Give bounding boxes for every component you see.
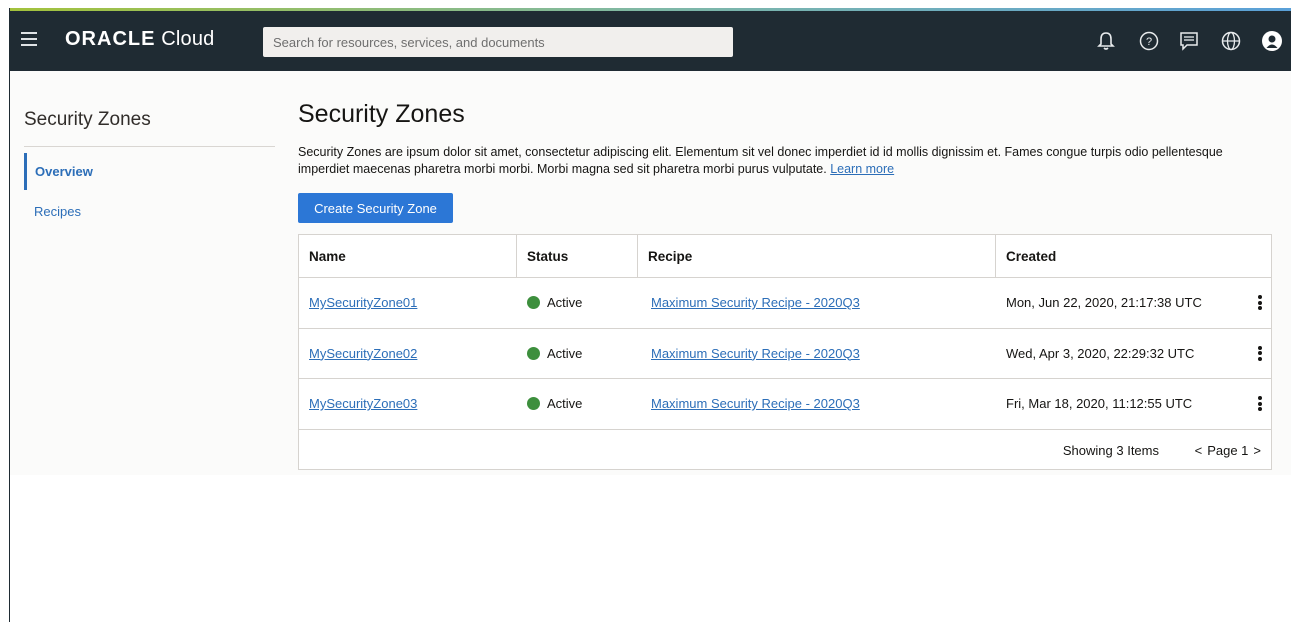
items-count: Showing 3 Items	[1062, 443, 1159, 458]
recipe-link[interactable]: Maximum Security Recipe - 2020Q3	[651, 396, 860, 411]
search-input[interactable]	[263, 27, 733, 57]
table-row: MySecurityZone03 Active Maximum Security…	[299, 378, 1271, 430]
learn-more-link[interactable]: Learn more	[830, 162, 894, 176]
zone-name-link[interactable]: MySecurityZone03	[309, 396, 417, 411]
status-active-icon	[527, 296, 540, 309]
row-actions-kebab-icon[interactable]	[1249, 277, 1271, 328]
zone-name-link[interactable]: MySecurityZone02	[309, 346, 417, 361]
column-header-status[interactable]: Status	[517, 235, 638, 277]
security-zones-table: Name Status Recipe Created MySecurityZon…	[298, 234, 1272, 470]
status-text: Active	[547, 345, 583, 361]
app-window: ORACLE Cloud ? Sec	[9, 8, 1291, 622]
created-date: Mon, Jun 22, 2020, 21:17:38 UTC	[1006, 295, 1202, 310]
zone-name-link[interactable]: MySecurityZone01	[309, 295, 417, 310]
user-icon[interactable]	[1261, 30, 1283, 52]
row-actions-kebab-icon[interactable]	[1249, 328, 1271, 378]
recipe-link[interactable]: Maximum Security Recipe - 2020Q3	[651, 295, 860, 310]
next-page-button[interactable]: >	[1253, 443, 1261, 458]
top-header: ORACLE Cloud ?	[10, 11, 1291, 71]
status-text: Active	[547, 396, 583, 411]
pagination: < Page 1 >	[1195, 443, 1261, 458]
sidebar-divider	[24, 146, 276, 147]
column-header-name[interactable]: Name	[299, 235, 517, 277]
page-description: Security Zones are ipsum dolor sit amet,…	[298, 144, 1258, 178]
column-header-recipe[interactable]: Recipe	[638, 235, 996, 277]
status-text: Active	[547, 295, 583, 310]
recipe-link[interactable]: Maximum Security Recipe - 2020Q3	[651, 346, 860, 361]
row-actions-kebab-icon[interactable]	[1249, 378, 1271, 429]
chat-icon[interactable]	[1178, 30, 1200, 52]
sidebar-title: Security Zones	[24, 109, 151, 130]
oracle-cloud-logo[interactable]: ORACLE Cloud	[65, 28, 214, 51]
status-active-icon	[527, 397, 540, 410]
help-icon[interactable]: ?	[1138, 30, 1160, 52]
column-header-created[interactable]: Created	[996, 235, 1271, 277]
page-title: Security Zones	[298, 100, 465, 128]
sidebar-item-recipes[interactable]: Recipes	[24, 204, 81, 219]
menu-icon[interactable]	[21, 32, 37, 48]
sidebar: Security Zones Overview Recipes	[10, 71, 276, 475]
created-date: Fri, Mar 18, 2020, 11:12:55 UTC	[1006, 396, 1193, 411]
table-row: MySecurityZone02 Active Maximum Security…	[299, 328, 1271, 379]
globe-icon[interactable]	[1220, 30, 1242, 52]
svg-text:?: ?	[1146, 36, 1152, 48]
status-active-icon	[527, 346, 540, 360]
create-security-zone-button[interactable]: Create Security Zone	[298, 193, 453, 223]
description-text: Security Zones are ipsum dolor sit amet,…	[298, 145, 1223, 176]
bell-icon[interactable]	[1095, 30, 1117, 52]
created-date: Wed, Apr 3, 2020, 22:29:32 UTC	[1006, 345, 1195, 361]
table-footer: Showing 3 Items < Page 1 >	[299, 429, 1271, 469]
table-header-row: Name Status Recipe Created	[299, 235, 1271, 278]
previous-page-button[interactable]: <	[1195, 443, 1203, 458]
table-row: MySecurityZone01 Active Maximum Security…	[299, 277, 1271, 329]
sidebar-item-overview[interactable]: Overview	[24, 153, 93, 190]
page-indicator: Page 1	[1207, 443, 1249, 458]
